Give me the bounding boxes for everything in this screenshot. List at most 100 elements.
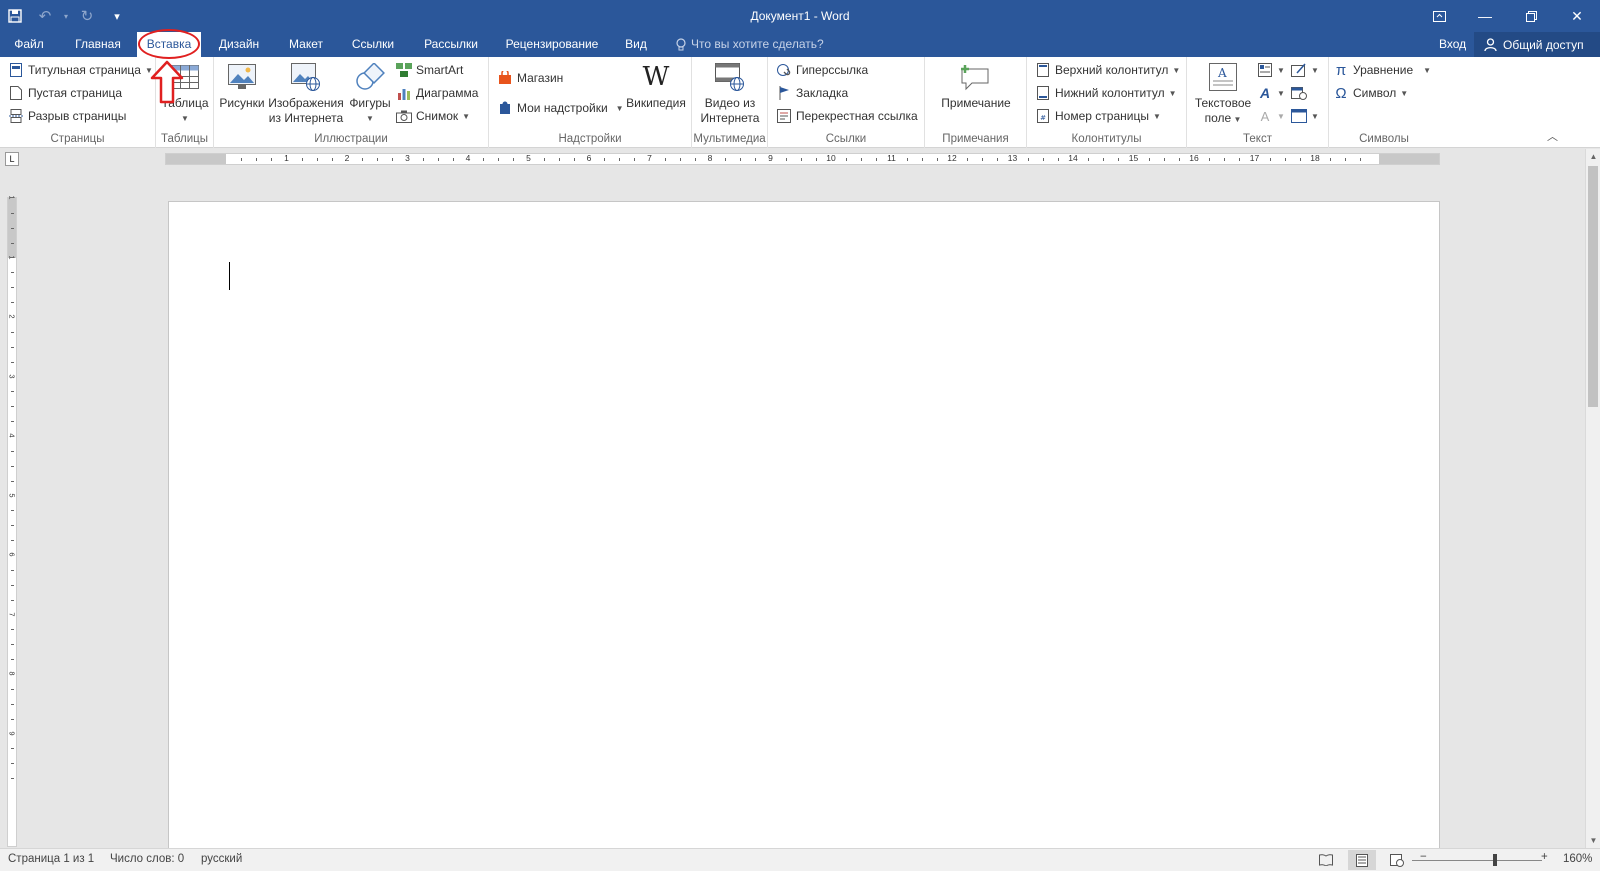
ruler-number: 3 <box>7 373 17 379</box>
tell-me-box[interactable]: Что вы хотите сделать? <box>676 32 824 57</box>
web-layout-icon[interactable] <box>1383 850 1411 870</box>
share-button[interactable]: Общий доступ <box>1474 32 1600 57</box>
tab-selector[interactable]: L <box>5 152 19 166</box>
customize-qat-icon[interactable]: ▾ <box>102 0 132 32</box>
online-video-button[interactable]: Видео из Интернета <box>696 60 764 126</box>
bookmark-button[interactable]: Закладка <box>776 82 848 104</box>
chart-label: Диаграмма <box>416 86 479 100</box>
wordart-button[interactable]: A ▼ <box>1257 82 1285 104</box>
ruler-number: 3 <box>405 153 410 163</box>
header-icon <box>1035 62 1051 78</box>
ruler-tick <box>11 599 14 601</box>
ruler-tick <box>241 158 243 161</box>
ruler-number: 14 <box>1068 153 1078 163</box>
tab-references[interactable]: Ссылки <box>344 32 402 57</box>
shapes-icon <box>353 60 387 94</box>
page-count[interactable]: Страница 1 из 1 <box>8 853 94 865</box>
drop-cap-button[interactable]: A ▼ <box>1257 105 1285 127</box>
save-icon[interactable] <box>0 0 30 32</box>
zoom-out-icon[interactable]: − <box>1420 851 1427 863</box>
ruler-tick <box>997 158 999 161</box>
header-button[interactable]: Верхний колонтитул ▼ <box>1035 59 1180 81</box>
tab-file[interactable]: Файл <box>0 32 58 57</box>
tab-home[interactable]: Главная <box>66 32 130 57</box>
equation-button[interactable]: π Уравнение ▼ <box>1333 59 1431 81</box>
language-indicator[interactable]: русский <box>201 853 242 865</box>
ruler-tick <box>1360 158 1362 161</box>
date-time-button[interactable] <box>1291 82 1307 104</box>
footer-button[interactable]: Нижний колонтитул ▼ <box>1035 82 1177 104</box>
tab-design[interactable]: Дизайн <box>210 32 268 57</box>
tab-view[interactable]: Вид <box>618 32 654 57</box>
symbol-button[interactable]: Ω Символ ▼ <box>1333 82 1408 104</box>
screenshot-button[interactable]: Снимок ▼ <box>396 105 470 127</box>
tab-layout[interactable]: Макет <box>280 32 332 57</box>
ruler-tick <box>861 158 863 161</box>
ruler-tick <box>377 158 379 161</box>
chevron-down-icon: ▼ <box>1277 65 1285 75</box>
undo-icon[interactable]: ↶ <box>30 0 60 32</box>
my-addins-button[interactable]: Мои надстройки ▼ <box>497 97 624 119</box>
document-page[interactable] <box>168 201 1440 848</box>
object-button[interactable]: ▼ <box>1291 105 1319 127</box>
ruler-tick <box>11 346 14 348</box>
chart-button[interactable]: Диаграмма <box>396 82 478 104</box>
collapse-ribbon-icon[interactable]: ︿ <box>1547 128 1558 144</box>
sign-in-link[interactable]: Вход <box>1439 32 1466 57</box>
group-label-comments: Примечания <box>942 133 1009 145</box>
pictures-button[interactable]: Рисунки <box>218 60 266 111</box>
print-layout-icon[interactable] <box>1348 850 1376 870</box>
ruler-tick <box>679 158 681 161</box>
restore-icon[interactable] <box>1508 0 1554 32</box>
blank-page-button[interactable]: Пустая страница <box>8 82 122 104</box>
read-mode-icon[interactable] <box>1312 850 1340 870</box>
vertical-scrollbar[interactable]: ▲ ▼ <box>1585 149 1600 848</box>
ruler-tick <box>967 158 969 161</box>
text-box-button[interactable]: A Текстовое поле ▼ <box>1191 60 1255 127</box>
ruler-number: 7 <box>7 611 17 617</box>
zoom-slider-thumb[interactable] <box>1493 854 1497 866</box>
online-pictures-button[interactable]: Изображения из Интернета <box>266 60 346 126</box>
minimize-icon[interactable]: — <box>1462 0 1508 32</box>
store-button[interactable]: Магазин <box>497 67 563 89</box>
redo-icon[interactable]: ↻ <box>72 0 102 32</box>
word-count[interactable]: Число слов: 0 <box>110 853 184 865</box>
smartart-button[interactable]: SmartArt <box>396 59 463 81</box>
cross-reference-button[interactable]: Перекрестная ссылка <box>776 105 918 127</box>
blank-page-icon <box>8 85 24 101</box>
page-number-button[interactable]: # Номер страницы ▼ <box>1035 105 1161 127</box>
cover-page-button[interactable]: Титульная страница ▼ <box>8 59 153 81</box>
status-bar: Страница 1 из 1 Число слов: 0 русский − … <box>0 848 1600 871</box>
quick-parts-button[interactable]: ▼ <box>1257 59 1285 81</box>
scrollbar-thumb[interactable] <box>1588 166 1598 407</box>
tab-mailings[interactable]: Рассылки <box>416 32 486 57</box>
zoom-in-icon[interactable]: + <box>1541 851 1548 863</box>
page-break-button[interactable]: Разрыв страницы <box>8 105 126 127</box>
shapes-button[interactable]: Фигуры ▼ <box>346 60 394 126</box>
ruler-number: 8 <box>707 153 713 163</box>
group-label-illustrations: Иллюстрации <box>314 133 388 145</box>
group-media: Видео из Интернета Мультимедиа <box>692 57 768 148</box>
ruler-tick <box>362 158 364 161</box>
close-icon[interactable]: ✕ <box>1554 0 1600 32</box>
shapes-label: Фигуры <box>349 96 391 110</box>
ruler-tick <box>271 158 273 161</box>
zoom-slider[interactable] <box>1412 860 1542 861</box>
ruler-tick <box>1299 158 1301 161</box>
hyperlink-label: Гиперссылка <box>796 63 869 77</box>
wikipedia-button[interactable]: W Википедия <box>623 60 689 111</box>
zoom-level[interactable]: 160% <box>1563 853 1592 865</box>
comment-button[interactable]: Примечание <box>931 60 1021 111</box>
scroll-down-icon[interactable]: ▼ <box>1586 833 1600 848</box>
vertical-ruler[interactable]: 1 1 2 3 4 5 6 7 8 9 <box>7 195 17 847</box>
scroll-up-icon[interactable]: ▲ <box>1586 149 1600 164</box>
ruler-number: 1 <box>284 153 289 163</box>
ruler-tick <box>1057 158 1059 161</box>
hyperlink-button[interactable]: Гиперссылка <box>776 59 868 81</box>
undo-dropdown-icon[interactable]: ▾ <box>60 0 72 32</box>
tab-review[interactable]: Рецензирование <box>500 32 604 57</box>
horizontal-ruler[interactable]: 1 2 3 4 5 6 7 8 9 10 11 12 13 14 15 16 17 18 <box>165 153 1440 165</box>
signature-line-button[interactable]: ▼ <box>1291 59 1319 81</box>
ribbon-display-options-icon[interactable] <box>1416 0 1462 32</box>
header-label: Верхний колонтитул <box>1055 63 1169 77</box>
